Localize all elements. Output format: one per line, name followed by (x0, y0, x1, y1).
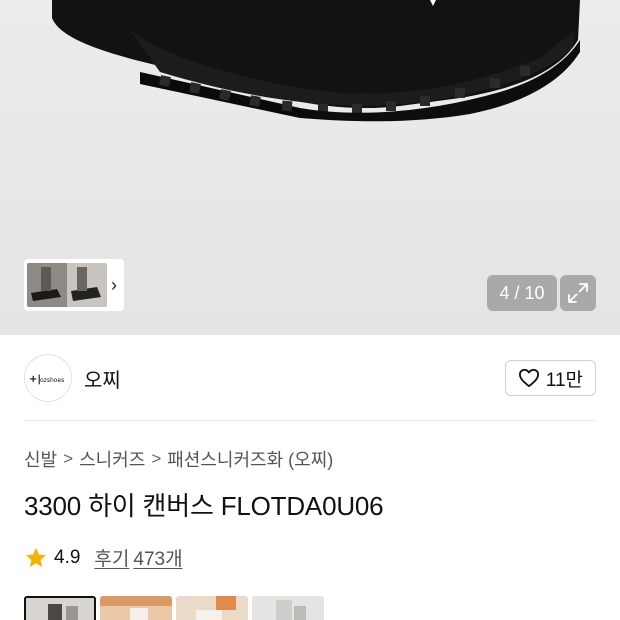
product-image-gallery[interactable]: › 4 / 10 (0, 0, 620, 335)
breadcrumb-item-shoes[interactable]: 신발 (24, 446, 57, 472)
rating-row: 4.9 후기 473개 (24, 544, 187, 571)
brand-name[interactable]: 오찌 (84, 364, 121, 393)
chevron-right-icon: > (63, 449, 74, 468)
color-options (24, 596, 324, 620)
breadcrumb-item-fashion-sneakers[interactable]: 패션스니커즈화 (오찌) (167, 446, 333, 472)
color-option-2[interactable] (100, 596, 172, 620)
like-button[interactable]: 11만 (504, 360, 596, 396)
expand-button[interactable] (560, 275, 596, 311)
like-count: 11만 (545, 369, 583, 391)
svg-text:ozshoes: ozshoes (40, 377, 64, 384)
brand-logo[interactable]: +| ozshoes (24, 354, 72, 402)
color-option-3[interactable] (176, 596, 248, 620)
color-option-1[interactable] (24, 596, 96, 620)
color-option-4[interactable] (252, 596, 324, 620)
brand-logo-mark: +| ozshoes (29, 374, 64, 385)
breadcrumb: 신발 > 스니커즈 > 패션스니커즈화 (오찌) (24, 446, 333, 472)
chevron-right-icon: > (151, 449, 162, 468)
breadcrumb-item-sneakers[interactable]: 스니커즈 (79, 446, 145, 472)
rating-score: 4.9 (54, 546, 81, 568)
chevron-right-icon[interactable]: › (111, 276, 117, 294)
reviews-link[interactable]: 후기 473개 (94, 544, 186, 571)
expand-icon (568, 283, 588, 303)
reviews-label: 후기 (94, 549, 130, 570)
divider (24, 420, 596, 421)
image-counter: 4 / 10 (487, 275, 557, 311)
brand-row: +| ozshoes 오찌 11만 (24, 352, 596, 404)
heart-icon (518, 368, 539, 388)
reviews-count: 473개 (133, 549, 183, 570)
thumbnail-strip[interactable]: › (24, 259, 124, 311)
product-title: 3300 하이 캔버스 FLOTDA0U06 (24, 491, 384, 521)
thumbnail-image (27, 263, 107, 307)
star-icon (26, 547, 46, 567)
